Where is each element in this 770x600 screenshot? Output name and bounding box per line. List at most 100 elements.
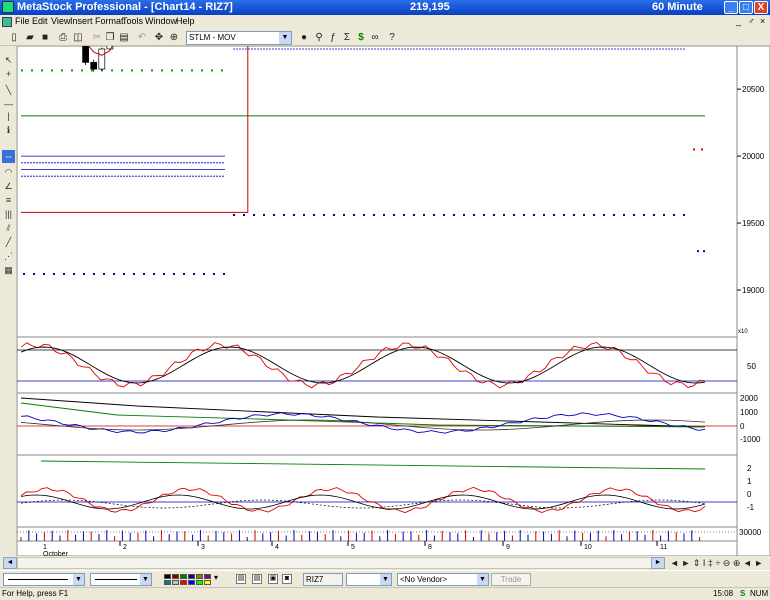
scroll-left-button[interactable]: ◄ — [3, 557, 17, 569]
oscillator-pane-3[interactable] — [17, 454, 738, 528]
price-pane[interactable] — [17, 46, 738, 338]
arrange-icon[interactable]: ✥ — [153, 32, 165, 44]
template-icon[interactable]: ▤ — [236, 574, 246, 584]
refresh-icon[interactable]: ● — [298, 32, 310, 44]
candle-body[interactable] — [98, 48, 106, 70]
period-label: 60 Minute — [652, 1, 703, 13]
level-dot — [697, 250, 699, 253]
level-dot — [221, 69, 223, 72]
level-dot — [703, 250, 705, 253]
level-dot — [283, 214, 285, 217]
color-swatch[interactable] — [204, 580, 211, 585]
palette-dropdown-icon[interactable]: ▾ — [214, 573, 218, 582]
mdi-close-button[interactable]: × — [760, 16, 765, 26]
close-button[interactable]: X — [754, 1, 768, 14]
paste-icon[interactable]: ▤ — [118, 32, 130, 44]
oscillator-pane-2[interactable] — [17, 392, 738, 456]
save-icon[interactable]: ■ — [39, 32, 51, 44]
periodicity-select[interactable]: ▼ — [346, 573, 392, 586]
color-swatch[interactable] — [188, 574, 195, 579]
undo-icon[interactable]: ↶ — [136, 32, 148, 44]
level-dot — [123, 272, 125, 275]
scroll-track[interactable] — [17, 557, 665, 569]
template-select-value: STLM - MOV — [189, 33, 236, 42]
menu-help[interactable]: Help — [176, 16, 195, 26]
dollar-icon[interactable]: $ — [355, 32, 367, 44]
level-dot — [33, 272, 35, 275]
print-icon[interactable]: ⎙ — [57, 32, 69, 44]
expert-icon[interactable]: ⚲ — [313, 32, 325, 44]
level-dot — [643, 214, 645, 217]
mdi-minimize-button[interactable]: _ — [736, 16, 741, 26]
fan-icon[interactable]: ∠ — [2, 180, 15, 193]
menu-file[interactable]: File — [15, 16, 30, 26]
metastock-icon[interactable] — [2, 1, 14, 13]
color-swatch[interactable] — [172, 580, 179, 585]
color-swatch[interactable] — [180, 574, 187, 579]
duplicate-icon[interactable]: ▤ — [252, 574, 262, 584]
formula-icon[interactable]: Σ — [341, 32, 353, 44]
cycle-lines-icon[interactable]: ⇔ — [2, 150, 15, 163]
template-select[interactable]: STLM - MOV ▼ — [186, 31, 292, 45]
pointer-icon[interactable]: ↖ — [2, 54, 15, 67]
pattern-icon[interactable]: ▦ — [2, 264, 15, 277]
zoom-icon[interactable]: ⊕ — [168, 32, 180, 44]
color-swatch[interactable] — [196, 580, 203, 585]
channel-icon[interactable]: ⫽ — [2, 222, 15, 235]
level-dot — [133, 272, 135, 275]
menu-format[interactable]: Format — [95, 16, 124, 26]
menu-insert[interactable]: Insert — [70, 16, 93, 26]
level-dot — [663, 214, 665, 217]
layout-icon[interactable]: ▣ — [268, 574, 278, 584]
mdi-restore-button[interactable]: ♂ — [748, 16, 755, 26]
color-swatch[interactable] — [188, 580, 195, 585]
cut-icon[interactable]: ✂ — [91, 32, 103, 44]
minimize-button[interactable]: _ — [724, 1, 738, 14]
color-swatch[interactable] — [180, 580, 187, 585]
line-weight-select[interactable]: ▼ — [90, 573, 152, 586]
scroll-right-button[interactable]: ► — [651, 557, 665, 569]
chart-area[interactable]: 2250022000215002100020500200001950019000… — [17, 46, 770, 556]
new-icon[interactable]: ▯ — [8, 32, 20, 44]
trade-button[interactable]: Trade — [491, 573, 531, 586]
color-swatch[interactable] — [172, 574, 179, 579]
help-icon[interactable]: ? — [386, 32, 398, 44]
fibonacci-icon[interactable]: ≡ — [2, 194, 15, 207]
date-axis-label: 4 — [275, 544, 279, 551]
snapshot-icon[interactable]: ◙ — [282, 574, 292, 584]
line-style-sample — [8, 579, 68, 580]
preview-icon[interactable]: ◫ — [72, 32, 84, 44]
crosshair-icon[interactable]: + — [2, 68, 15, 81]
security-symbol-field[interactable]: RIZ7 — [303, 573, 343, 586]
time-zones-icon[interactable]: ||| — [2, 208, 15, 221]
osc2-axis-label: 1000 — [740, 408, 758, 417]
level-dot — [693, 148, 695, 151]
chart-navigation-icons[interactable]: ◄ ► ⇕ I ‡ ÷ ⊖ ⊕ ◄ ► — [670, 557, 763, 569]
maximize-button[interactable]: □ — [739, 1, 753, 14]
menu-view[interactable]: View — [51, 16, 70, 26]
copy-icon[interactable]: ❐ — [104, 32, 116, 44]
color-swatch[interactable] — [204, 574, 211, 579]
menu-edit[interactable]: Edit — [32, 16, 48, 26]
menu-window[interactable]: Window — [145, 16, 177, 26]
gann-fan-icon[interactable]: ⋰ — [2, 250, 15, 263]
line-style-select[interactable]: ▼ — [3, 573, 85, 586]
color-swatch[interactable] — [164, 574, 171, 579]
candle-body[interactable] — [90, 62, 98, 70]
open-icon[interactable]: ▰ — [24, 32, 36, 44]
speed-lines-icon[interactable]: ╱ — [2, 236, 15, 249]
function-icon[interactable]: ƒ — [327, 32, 339, 44]
trendline-icon[interactable]: ╲ — [2, 84, 15, 97]
color-swatch[interactable] — [196, 574, 203, 579]
oscillator-pane-1[interactable] — [17, 336, 738, 394]
candle-body[interactable] — [82, 46, 89, 63]
color-swatch[interactable] — [164, 580, 171, 585]
menu-tools[interactable]: Tools — [122, 16, 143, 26]
arc-icon[interactable]: ◠ — [2, 166, 15, 179]
vendor-select[interactable]: <No Vendor> ▼ — [397, 573, 489, 586]
vertical-line-icon[interactable]: | — [2, 110, 15, 123]
binoculars-icon[interactable]: ∞ — [369, 32, 381, 44]
text-icon[interactable]: ℹ — [2, 124, 15, 137]
horizontal-scrollbar[interactable]: ◄ ► ◄ ► ⇕ I ‡ ÷ ⊖ ⊕ ◄ ► — [0, 556, 770, 570]
document-icon[interactable] — [2, 17, 12, 27]
